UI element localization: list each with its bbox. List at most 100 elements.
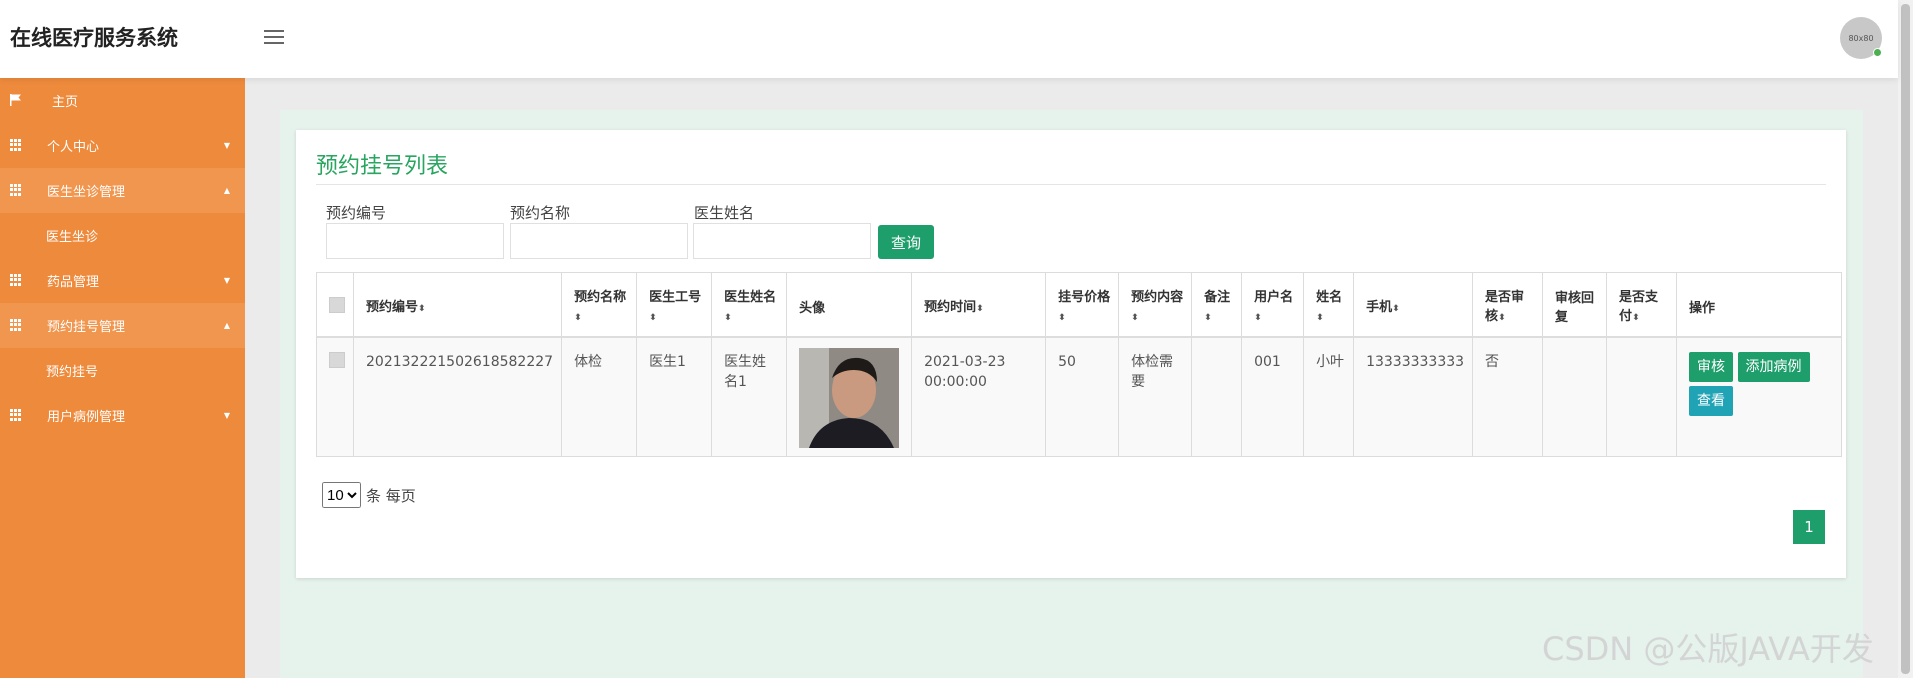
cell-audited: 否	[1472, 336, 1544, 457]
sort-icon: ⬍	[1392, 303, 1400, 314]
sidebar-item-label: 主页	[52, 95, 79, 110]
col-header-doctor-name[interactable]: 医生姓名⬍	[711, 272, 788, 338]
watermark: CSDN @公版JAVA开发	[1542, 630, 1874, 668]
page-number-button[interactable]: 1	[1793, 510, 1825, 544]
sort-icon: ⬍	[1498, 313, 1506, 323]
avatar-placeholder-text: 80x80	[1848, 33, 1874, 43]
doctor-photo	[799, 348, 900, 448]
sidebar-item-user-cases[interactable]: 用户病例管理 ▼	[0, 393, 245, 438]
caret-up-icon: ▲	[223, 321, 230, 330]
table-row: 202132221502618582227 体检 医生1 医生姓名1 2021-…	[316, 336, 1843, 457]
cell-id: 202132221502618582227	[352, 336, 563, 457]
col-header-content[interactable]: 预约内容⬍	[1118, 272, 1193, 338]
scrollbar-thumb[interactable]	[1901, 4, 1910, 674]
cell-doctor-no: 医生1	[636, 336, 713, 457]
cell-reply	[1542, 336, 1608, 457]
query-button[interactable]: 查询	[878, 225, 934, 259]
sidebar-item-label: 个人中心	[47, 140, 100, 155]
vertical-scrollbar[interactable]	[1898, 0, 1913, 678]
page-title: 预约挂号列表	[316, 154, 449, 179]
sort-icon: ⬍	[1254, 313, 1262, 323]
search-label-name: 预约名称	[510, 204, 571, 222]
sort-icon: ⬍	[1058, 313, 1066, 323]
sidebar-item-label: 医生坐诊管理	[47, 185, 126, 200]
title-divider	[316, 184, 1826, 185]
sidebar-subitem-appointment[interactable]: 预约挂号	[0, 348, 245, 393]
col-header-avatar: 头像	[786, 272, 913, 338]
col-header-price[interactable]: 挂号价格⬍	[1045, 272, 1120, 338]
sort-icon: ⬍	[418, 303, 426, 314]
col-header-realname[interactable]: 姓名⬍	[1303, 272, 1355, 338]
cell-realname: 小叶	[1303, 336, 1355, 457]
online-status-dot	[1873, 48, 1882, 57]
sidebar-item-personal-center[interactable]: 个人中心 ▼	[0, 123, 245, 168]
caret-down-icon: ▼	[223, 141, 230, 150]
col-header-reply: 审核回复	[1542, 272, 1608, 338]
sidebar-item-medicine[interactable]: 药品管理 ▼	[0, 258, 245, 303]
sort-icon: ⬍	[1632, 313, 1640, 323]
sort-icon: ⬍	[574, 313, 582, 323]
appointment-list-card: 预约挂号列表 预约编号 预约名称 医生姓名 查询 预约编号⬍ 预约名称⬍ 医生工…	[296, 130, 1846, 578]
page-size-label: 条 每页	[366, 486, 416, 505]
cell-avatar	[786, 336, 913, 457]
cell-name: 体检	[561, 336, 638, 457]
cell-time: 2021-03-23 00:00:00	[911, 336, 1047, 457]
search-label-id: 预约编号	[326, 204, 387, 222]
grid-icon	[10, 274, 22, 286]
col-header-paid[interactable]: 是否支付⬍	[1606, 272, 1678, 338]
search-label-doctor: 医生姓名	[694, 204, 755, 222]
grid-icon	[10, 409, 22, 421]
sort-icon: ⬍	[724, 313, 732, 323]
sidebar-item-label: 用户病例管理	[47, 410, 126, 425]
sidebar-item-appointment[interactable]: 预约挂号管理 ▲	[0, 303, 245, 348]
cell-username: 001	[1241, 336, 1305, 457]
search-input-name[interactable]	[510, 223, 688, 259]
sidebar: 主页 个人中心 ▼ 医生坐诊管理 ▲ 医生坐诊 药品管理 ▼ 预约挂号管理 ▲ …	[0, 78, 245, 678]
col-header-name[interactable]: 预约名称⬍	[561, 272, 638, 338]
cell-phone: 13333333333	[1353, 336, 1474, 457]
col-header-id[interactable]: 预约编号⬍	[352, 272, 563, 338]
grid-icon	[10, 319, 22, 331]
sidebar-item-label: 预约挂号管理	[47, 320, 126, 335]
grid-icon	[10, 139, 22, 151]
sidebar-subitem-doctor-consult[interactable]: 医生坐诊	[0, 213, 245, 258]
sort-icon: ⬍	[976, 303, 984, 314]
col-header-doctor-no[interactable]: 医生工号⬍	[636, 272, 713, 338]
menu-toggle-icon[interactable]	[264, 30, 284, 46]
col-header-phone[interactable]: 手机⬍	[1353, 272, 1474, 338]
appointment-table: 预约编号⬍ 预约名称⬍ 医生工号⬍ 医生姓名⬍ 头像 预约时间⬍ 挂号价格⬍ 预…	[316, 272, 1843, 457]
col-header-actions: 操作	[1676, 272, 1843, 338]
page-size-control: 10 条 每页	[322, 482, 416, 508]
table-header-row: 预约编号⬍ 预约名称⬍ 医生工号⬍ 医生姓名⬍ 头像 预约时间⬍ 挂号价格⬍ 预…	[316, 272, 1843, 338]
top-header: 在线医疗服务系统 80x80	[0, 0, 1898, 78]
sidebar-item-home[interactable]: 主页	[0, 78, 245, 123]
page-size-select[interactable]: 10	[322, 482, 361, 508]
caret-up-icon: ▲	[223, 186, 230, 195]
col-header-audited[interactable]: 是否审核⬍	[1472, 272, 1544, 338]
cell-actions: 审核 添加病例 查看	[1676, 336, 1843, 457]
cell-price: 50	[1045, 336, 1120, 457]
cell-paid	[1606, 336, 1678, 457]
sidebar-item-doctor-consult[interactable]: 医生坐诊管理 ▲	[0, 168, 245, 213]
cell-doctor-name: 医生姓名1	[711, 336, 788, 457]
search-input-doctor[interactable]	[693, 223, 871, 259]
caret-down-icon: ▼	[223, 276, 230, 285]
sort-icon: ⬍	[1316, 313, 1324, 323]
caret-down-icon: ▼	[223, 411, 230, 420]
row-checkbox[interactable]	[329, 352, 345, 368]
select-all-checkbox[interactable]	[329, 297, 345, 313]
sidebar-item-label: 药品管理	[47, 275, 100, 290]
audit-button[interactable]: 审核	[1689, 352, 1734, 382]
add-case-button[interactable]: 添加病例	[1737, 352, 1810, 382]
col-header-remark[interactable]: 备注⬍	[1191, 272, 1243, 338]
avatar[interactable]: 80x80	[1840, 17, 1882, 59]
search-input-id[interactable]	[326, 223, 504, 259]
col-header-username[interactable]: 用户名⬍	[1241, 272, 1305, 338]
view-button[interactable]: 查看	[1689, 386, 1734, 416]
cell-remark	[1191, 336, 1243, 457]
grid-icon	[10, 184, 22, 196]
col-header-time[interactable]: 预约时间⬍	[911, 272, 1047, 338]
sort-icon: ⬍	[1131, 313, 1139, 323]
sort-icon: ⬍	[1204, 313, 1212, 323]
sort-icon: ⬍	[649, 313, 657, 323]
